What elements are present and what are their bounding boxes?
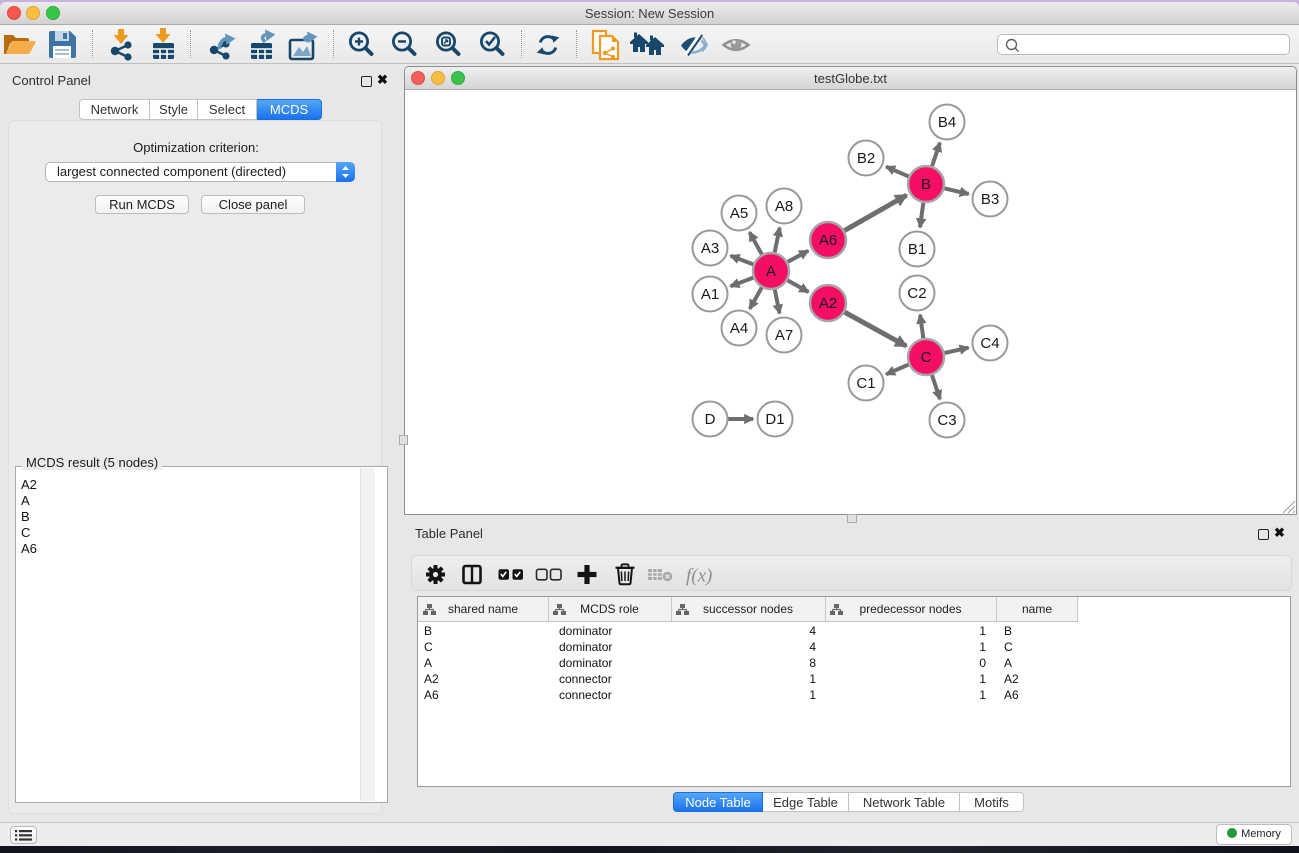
svg-text:B4: B4 (938, 114, 956, 131)
svg-text:C2: C2 (907, 285, 926, 302)
svg-text:A7: A7 (775, 327, 793, 344)
svg-text:C: C (921, 349, 932, 366)
svg-text:B3: B3 (981, 191, 999, 208)
svg-text:C1: C1 (856, 375, 875, 392)
svg-text:A6: A6 (819, 232, 837, 249)
svg-text:A3: A3 (701, 240, 719, 257)
svg-text:A1: A1 (701, 286, 719, 303)
svg-text:D: D (705, 411, 716, 428)
svg-text:C3: C3 (937, 412, 956, 429)
svg-text:B1: B1 (908, 241, 926, 258)
svg-text:B2: B2 (857, 150, 875, 167)
svg-text:D1: D1 (765, 411, 784, 428)
svg-text:A2: A2 (819, 295, 837, 312)
svg-text:f(x): f(x) (686, 566, 712, 587)
svg-text:C4: C4 (980, 335, 999, 352)
svg-text:A5: A5 (730, 205, 748, 222)
svg-text:B: B (921, 176, 931, 193)
svg-text:A8: A8 (775, 198, 793, 215)
svg-text:A: A (766, 263, 776, 280)
svg-text:A4: A4 (730, 320, 748, 337)
